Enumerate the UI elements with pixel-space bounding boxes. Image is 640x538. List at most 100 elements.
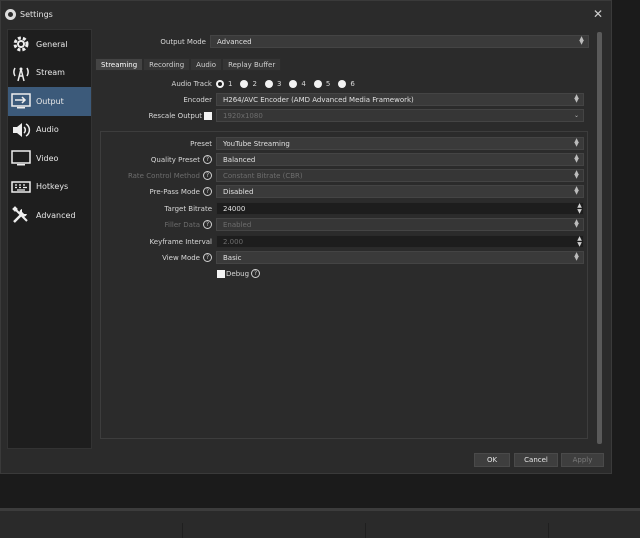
help-icon[interactable]: ?: [203, 187, 212, 196]
encoder-label: Encoder: [183, 96, 212, 104]
radio-icon: [240, 80, 249, 88]
help-icon[interactable]: ?: [251, 269, 260, 278]
close-icon[interactable]: ✕: [593, 7, 603, 21]
view-mode-value: Basic: [223, 253, 242, 262]
prepass-mode-label: Pre-Pass Mode: [149, 188, 200, 196]
audio-track-radio-6[interactable]: 6: [338, 80, 355, 88]
tools-icon: [10, 204, 32, 226]
radio-icon: [264, 80, 273, 88]
quality-preset-select[interactable]: Balanced ▲ ▼: [216, 153, 584, 166]
chevron-down-icon: ⌄: [573, 112, 580, 119]
view-mode-select[interactable]: Basic ▲ ▼: [216, 251, 584, 264]
radio-icon: [338, 80, 347, 88]
spin-arrows-icon[interactable]: ▲ ▼: [575, 203, 584, 215]
tab-recording[interactable]: Recording: [143, 58, 191, 71]
rate-control-select[interactable]: Constant Bitrate (CBR) ▲ ▼: [216, 169, 584, 182]
rate-control-value: Constant Bitrate (CBR): [223, 171, 303, 180]
sidebar-item-label: Stream: [36, 68, 65, 78]
chevron-updown-icon: ▲ ▼: [574, 153, 579, 164]
keyframe-interval-value: 2.000: [223, 237, 244, 246]
apply-button[interactable]: Apply: [561, 453, 604, 467]
sidebar-item-label: Audio: [36, 125, 59, 135]
encoder-value: H264/AVC Encoder (AMD Advanced Media Fra…: [223, 95, 414, 104]
tab-streaming[interactable]: Streaming: [95, 58, 144, 71]
panel-divider: [548, 523, 549, 538]
preset-label: Preset: [190, 140, 212, 148]
keyframe-interval-label: Keyframe Interval: [149, 238, 212, 246]
radio-icon: [313, 80, 322, 88]
output-tabs: Streaming Recording Audio Replay Buffer: [95, 58, 282, 71]
sidebar-item-label: General: [36, 39, 68, 49]
sidebar-item-label: Hotkeys: [36, 182, 69, 192]
filler-data-label: Filler Data: [164, 221, 200, 229]
chevron-updown-icon: ▲ ▼: [574, 137, 579, 148]
chevron-updown-icon: ▲ ▼: [574, 169, 579, 180]
sidebar-item-stream[interactable]: Stream: [8, 59, 91, 88]
quality-preset-value: Balanced: [223, 155, 256, 164]
sidebar-item-advanced[interactable]: Advanced: [8, 201, 91, 230]
chevron-updown-icon: ▲ ▼: [574, 93, 579, 104]
rescale-output-checkbox[interactable]: [204, 112, 212, 120]
sidebar-item-label: Advanced: [36, 210, 76, 220]
quality-preset-label: Quality Preset: [150, 156, 200, 164]
monitor-arrow-icon: [10, 90, 32, 112]
target-bitrate-label: Target Bitrate: [164, 205, 212, 213]
prepass-mode-value: Disabled: [223, 187, 254, 196]
preset-select[interactable]: YouTube Streaming ▲ ▼: [216, 137, 584, 150]
background-app-bar: [0, 508, 640, 538]
panel-divider: [365, 523, 366, 538]
filler-data-select[interactable]: Enabled ▲ ▼: [216, 218, 584, 231]
audio-track-radio-2[interactable]: 2: [240, 80, 257, 88]
view-mode-label: View Mode: [162, 254, 200, 262]
window-title: Settings: [20, 9, 53, 19]
output-mode-select[interactable]: Advanced ▲ ▼: [210, 35, 589, 48]
sidebar-item-hotkeys[interactable]: Hotkeys: [8, 173, 91, 202]
title-bar: Settings ✕: [1, 1, 611, 27]
rescale-resolution-value: 1920x1080: [223, 111, 263, 120]
rescale-output-label: Rescale Output: [148, 112, 202, 120]
rate-control-label: Rate Control Method: [127, 172, 200, 180]
sidebar-item-general[interactable]: General: [8, 30, 91, 59]
debug-label: Debug: [226, 270, 250, 278]
panel-divider: [182, 523, 183, 538]
target-bitrate-input[interactable]: 24000 ▲ ▼: [216, 202, 584, 215]
help-icon[interactable]: ?: [203, 220, 212, 229]
tab-audio[interactable]: Audio: [190, 58, 223, 71]
debug-checkbox[interactable]: [217, 270, 225, 278]
display-icon: [10, 147, 32, 169]
help-icon[interactable]: ?: [203, 155, 212, 164]
tab-replay-buffer[interactable]: Replay Buffer: [222, 58, 282, 71]
encoder-select[interactable]: H264/AVC Encoder (AMD Advanced Media Fra…: [216, 93, 584, 106]
help-icon[interactable]: ?: [203, 171, 212, 180]
audio-track-radio-5[interactable]: 5: [313, 80, 330, 88]
sidebar-item-video[interactable]: Video: [8, 144, 91, 173]
vertical-scrollbar[interactable]: [596, 30, 603, 446]
audio-track-radios: 1 2 3 4 5 6: [216, 80, 363, 88]
antenna-icon: [10, 62, 32, 84]
sidebar-item-output[interactable]: Output: [8, 87, 91, 116]
help-icon[interactable]: ?: [203, 253, 212, 262]
scrollbar-thumb[interactable]: [597, 32, 602, 444]
spin-arrows-icon[interactable]: ▲ ▼: [575, 236, 584, 248]
sidebar-item-label: Video: [36, 153, 59, 163]
output-mode-label: Output Mode: [160, 38, 206, 46]
sidebar-item-audio[interactable]: Audio: [8, 116, 91, 145]
rescale-resolution-select[interactable]: 1920x1080 ⌄: [216, 109, 584, 122]
audio-track-radio-4[interactable]: 4: [289, 80, 306, 88]
preset-value: YouTube Streaming: [223, 139, 290, 148]
obs-logo-icon: [5, 8, 16, 20]
target-bitrate-value: 24000: [223, 204, 246, 213]
ok-button[interactable]: OK: [474, 453, 510, 467]
keyboard-icon: [10, 176, 32, 198]
radio-icon: [289, 80, 298, 88]
speaker-icon: [10, 119, 32, 141]
sidebar-item-label: Output: [36, 96, 64, 106]
audio-track-radio-1[interactable]: 1: [216, 80, 232, 88]
audio-track-radio-3[interactable]: 3: [264, 80, 281, 88]
output-mode-value: Advanced: [217, 37, 252, 46]
keyframe-interval-input[interactable]: 2.000 ▲ ▼: [216, 235, 584, 248]
chevron-updown-icon: ▲ ▼: [574, 251, 579, 262]
prepass-mode-select[interactable]: Disabled ▲ ▼: [216, 185, 584, 198]
audio-track-label: Audio Track: [171, 80, 212, 88]
cancel-button[interactable]: Cancel: [514, 453, 558, 467]
